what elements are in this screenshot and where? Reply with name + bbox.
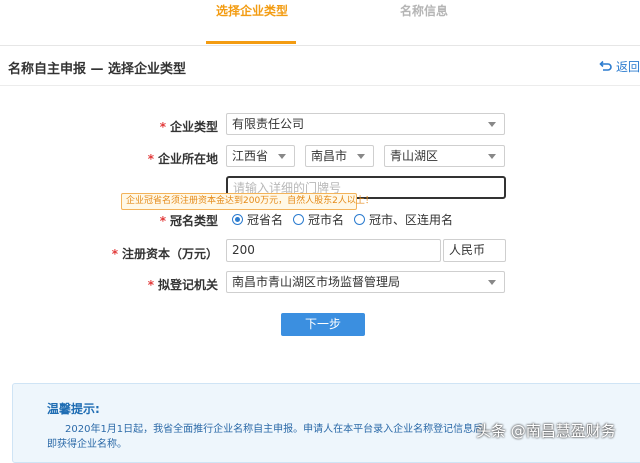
capital-label: * 注册资本（万元） xyxy=(111,247,218,261)
radio-crown-city-district[interactable]: 冠市、区连用名 xyxy=(354,211,453,228)
crown-type-label: * 冠名类型 xyxy=(159,214,218,228)
capital-input[interactable]: 200 xyxy=(226,239,441,262)
company-type-label: * 企业类型 xyxy=(159,120,218,134)
tips-title: 温馨提示: xyxy=(47,402,100,416)
radio-unchecked-icon xyxy=(293,214,305,225)
radio-crown-city[interactable]: 冠市名 xyxy=(293,211,344,228)
province-select[interactable]: 江西省 xyxy=(226,145,295,167)
company-type-select[interactable]: 有限责任公司 xyxy=(226,113,505,135)
radio-unchecked-icon xyxy=(354,214,366,225)
chevron-down-icon xyxy=(278,154,286,159)
back-arrow-icon xyxy=(599,60,612,71)
authority-label: * 拟登记机关 xyxy=(147,278,218,292)
tips-line-2: 即获得企业名称。 xyxy=(47,439,127,450)
source-watermark: 头条 @南昌慧盈财务 xyxy=(476,422,616,440)
page-title: 名称自主申报 — 选择企业类型 xyxy=(8,62,187,77)
district-select[interactable]: 青山湖区 xyxy=(384,145,505,167)
page-header: 名称自主申报 — 选择企业类型 返回 xyxy=(0,46,640,86)
step-name-info: 名称信息 xyxy=(400,4,449,18)
step-select-type: 选择企业类型 xyxy=(216,4,289,18)
back-label: 返回 xyxy=(615,60,640,74)
currency-field: 人民币 xyxy=(443,239,506,262)
city-select[interactable]: 南昌市 xyxy=(305,145,374,167)
step-bar: 选择企业类型 名称信息 xyxy=(0,0,640,46)
crown-type-radio-group: 冠省名 冠市名 冠市、区连用名 xyxy=(232,211,453,228)
authority-select[interactable]: 南昌市青山湖区市场监督管理局 xyxy=(226,271,505,293)
back-link[interactable]: 返回 xyxy=(598,58,640,75)
chevron-down-icon xyxy=(488,280,496,285)
active-step-underline xyxy=(206,41,296,44)
chevron-down-icon xyxy=(488,154,496,159)
chevron-down-icon xyxy=(357,154,365,159)
crown-requirement-tooltip: 企业冠省名须注册资本金达到200万元，自然人股东2人以上！ xyxy=(121,193,374,210)
location-label: * 企业所在地 xyxy=(147,152,218,166)
radio-crown-province[interactable]: 冠省名 xyxy=(232,211,283,228)
chevron-down-icon xyxy=(488,122,496,127)
next-step-button[interactable]: 下一步 xyxy=(281,313,365,336)
radio-checked-icon xyxy=(232,214,243,225)
tips-line-1: 2020年1月1日起，我省全面推行企业名称自主申报。申请人在本平台录入企业名称登… xyxy=(65,424,484,435)
